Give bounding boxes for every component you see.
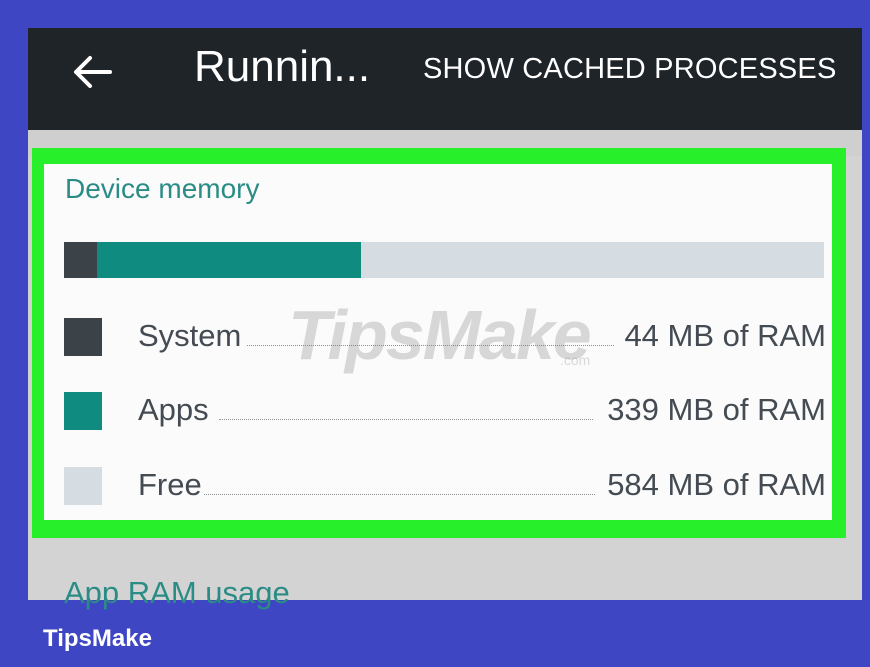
- footer-brand-label: TipsMake: [43, 625, 152, 652]
- show-cached-processes-button[interactable]: SHOW CACHED PROCESSES: [423, 52, 837, 86]
- app-ram-usage-title: App RAM usage: [64, 575, 290, 610]
- free-label: Free: [138, 467, 202, 502]
- memory-bar-free-segment: [361, 242, 824, 278]
- system-label: System: [138, 318, 242, 353]
- apps-color-swatch: [64, 392, 102, 430]
- system-leader: [247, 345, 614, 346]
- device-memory-title: Device memory: [65, 173, 260, 204]
- apps-leader: [219, 419, 593, 420]
- back-arrow-icon[interactable]: [70, 52, 114, 92]
- system-color-swatch: [64, 318, 102, 356]
- memory-bar-apps-segment: [97, 242, 361, 278]
- free-value: 584 MB of RAM: [607, 467, 826, 502]
- memory-row-apps: Apps 339 MB of RAM: [64, 390, 826, 432]
- memory-bar-system-segment: [64, 242, 97, 278]
- memory-row-system: System 44 MB of RAM: [64, 316, 826, 358]
- free-leader: [204, 494, 595, 495]
- memory-row-free: Free 584 MB of RAM: [64, 465, 826, 507]
- free-color-swatch: [64, 467, 102, 505]
- memory-usage-bar: [64, 242, 824, 278]
- app-title: Runnin...: [194, 42, 371, 91]
- apps-value: 339 MB of RAM: [607, 392, 826, 427]
- apps-label: Apps: [138, 392, 209, 427]
- system-value: 44 MB of RAM: [624, 318, 826, 353]
- app-bar: Runnin... SHOW CACHED PROCESSES: [28, 28, 862, 130]
